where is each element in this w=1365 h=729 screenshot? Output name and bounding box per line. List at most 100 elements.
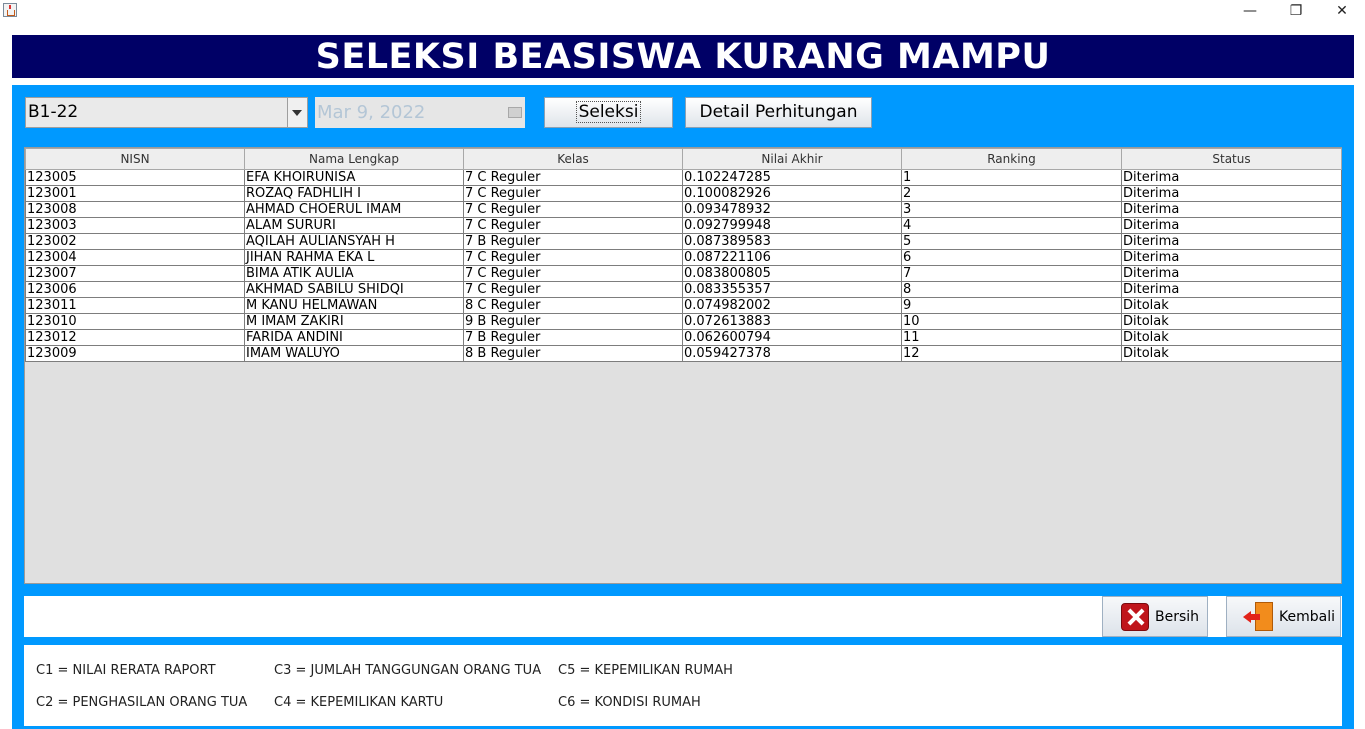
cell-status: Ditolak (1121, 329, 1342, 346)
cell-nilai-akhir: 0.083800805 (682, 265, 902, 282)
date-field[interactable]: Mar 9, 2022 (315, 97, 505, 128)
bersih-label: Bersih (1155, 609, 1200, 625)
cell-nilai-akhir: 0.100082926 (682, 185, 902, 202)
close-window-button[interactable]: ✕ (1319, 0, 1365, 22)
cell-nilai-akhir: 0.093478932 (682, 201, 902, 218)
cell-kelas: 8 B Reguler (463, 345, 683, 362)
legend-c6: C6 = KONDISI RUMAH (558, 695, 701, 710)
cell-nisn: 123004 (25, 249, 245, 266)
cell-status: Ditolak (1121, 345, 1342, 362)
table-row[interactable]: 123005 EFA KHOIRUNISA 7 C Reguler 0.1022… (25, 169, 1342, 186)
cell-nisn: 123011 (25, 297, 245, 314)
period-combobox[interactable]: B1-22 (25, 97, 308, 128)
cell-status: Diterima (1121, 169, 1342, 186)
cell-kelas: 9 B Reguler (463, 313, 683, 330)
cell-ranking: 3 (901, 201, 1122, 218)
cell-kelas: 7 B Reguler (463, 329, 683, 346)
criteria-legend: C1 = NILAI RERATA RAPORT C2 = PENGHASILA… (24, 645, 1342, 726)
cell-ranking: 7 (901, 265, 1122, 282)
cell-status: Diterima (1121, 201, 1342, 218)
legend-c1: C1 = NILAI RERATA RAPORT (36, 663, 216, 678)
cell-nilai-akhir: 0.092799948 (682, 217, 902, 234)
cell-ranking: 11 (901, 329, 1122, 346)
cell-ranking: 5 (901, 233, 1122, 250)
table-row[interactable]: 123007 BIMA ATIK AULIA 7 C Reguler 0.083… (25, 265, 1342, 282)
cell-nama: EFA KHOIRUNISA (244, 169, 464, 186)
cell-nisn: 123005 (25, 169, 245, 186)
table-row[interactable]: 123012 FARIDA ANDINI 7 B Reguler 0.06260… (25, 329, 1342, 346)
kembali-label: Kembali (1279, 609, 1335, 625)
detail-perhitungan-button[interactable]: Detail Perhitungan (685, 97, 872, 128)
cell-kelas: 8 C Reguler (463, 297, 683, 314)
period-value: B1-22 (28, 102, 79, 122)
page-title: SELEKSI BEASISWA KURANG MAMPU (12, 35, 1354, 78)
window-titlebar: — ❐ ✕ (0, 0, 1365, 22)
column-header-nama[interactable]: Nama Lengkap (244, 148, 464, 170)
table-row[interactable]: 123010 M IMAM ZAKIRI 9 B Reguler 0.07261… (25, 313, 1342, 330)
cell-nilai-akhir: 0.083355357 (682, 281, 902, 298)
cell-nama: IMAM WALUYO (244, 345, 464, 362)
cell-status: Diterima (1121, 249, 1342, 266)
cell-nisn: 123006 (25, 281, 245, 298)
cell-nilai-akhir: 0.087389583 (682, 233, 902, 250)
kembali-button[interactable]: Kembali (1226, 596, 1341, 637)
cell-nilai-akhir: 0.087221106 (682, 249, 902, 266)
cell-kelas: 7 C Reguler (463, 249, 683, 266)
cell-kelas: 7 C Reguler (463, 281, 683, 298)
seleksi-label: Seleksi (575, 101, 642, 123)
seleksi-button[interactable]: Seleksi (544, 97, 673, 128)
exit-door-icon (1243, 602, 1275, 632)
cell-status: Diterima (1121, 233, 1342, 250)
cell-nama: BIMA ATIK AULIA (244, 265, 464, 282)
calendar-icon[interactable] (505, 97, 525, 128)
cell-nama: FARIDA ANDINI (244, 329, 464, 346)
column-header-ranking[interactable]: Ranking (901, 148, 1122, 170)
cell-nisn: 123010 (25, 313, 245, 330)
table-row[interactable]: 123008 AHMAD CHOERUL IMAM 7 C Reguler 0.… (25, 201, 1342, 218)
restore-button[interactable]: ❐ (1273, 0, 1319, 22)
cell-nisn: 123003 (25, 217, 245, 234)
cell-status: Diterima (1121, 217, 1342, 234)
cell-status: Diterima (1121, 265, 1342, 282)
chevron-down-icon[interactable] (287, 98, 307, 127)
table-row[interactable]: 123004 JIHAN RAHMA EKA L 7 C Reguler 0.0… (25, 249, 1342, 266)
cell-status: Diterima (1121, 281, 1342, 298)
cell-kelas: 7 B Reguler (463, 233, 683, 250)
cell-nilai-akhir: 0.074982002 (682, 297, 902, 314)
cell-ranking: 2 (901, 185, 1122, 202)
cell-status: Diterima (1121, 185, 1342, 202)
date-value: Mar 9, 2022 (317, 102, 426, 123)
java-app-icon (3, 3, 17, 17)
column-header-nisn[interactable]: NISN (25, 148, 245, 170)
results-table-scrollpane[interactable]: NISN Nama Lengkap Kelas Nilai Akhir Rank… (24, 147, 1342, 584)
column-header-nilai-akhir[interactable]: Nilai Akhir (682, 148, 902, 170)
table-row[interactable]: 123006 AKHMAD SABILU SHIDQI 7 C Reguler … (25, 281, 1342, 298)
column-header-status[interactable]: Status (1121, 148, 1342, 170)
cell-nama: AQILAH AULIANSYAH H (244, 233, 464, 250)
cell-nilai-akhir: 0.062600794 (682, 329, 902, 346)
cell-ranking: 10 (901, 313, 1122, 330)
table-row[interactable]: 123003 ALAM SURURI 7 C Reguler 0.0927999… (25, 217, 1342, 234)
cell-ranking: 1 (901, 169, 1122, 186)
results-table[interactable]: NISN Nama Lengkap Kelas Nilai Akhir Rank… (25, 148, 1342, 362)
cell-nama: AHMAD CHOERUL IMAM (244, 201, 464, 218)
cell-kelas: 7 C Reguler (463, 265, 683, 282)
column-header-kelas[interactable]: Kelas (463, 148, 683, 170)
cell-status: Ditolak (1121, 297, 1342, 314)
cell-kelas: 7 C Reguler (463, 185, 683, 202)
cell-kelas: 7 C Reguler (463, 217, 683, 234)
table-row[interactable]: 123001 ROZAQ FADHLIH I 7 C Reguler 0.100… (25, 185, 1342, 202)
cell-nama: ALAM SURURI (244, 217, 464, 234)
cell-ranking: 12 (901, 345, 1122, 362)
cell-nisn: 123007 (25, 265, 245, 282)
cell-nama: M KANU HELMAWAN (244, 297, 464, 314)
bersih-button[interactable]: Bersih (1102, 596, 1208, 637)
table-row[interactable]: 123009 IMAM WALUYO 8 B Reguler 0.0594273… (25, 345, 1342, 362)
minimize-button[interactable]: — (1227, 0, 1273, 22)
cell-status: Ditolak (1121, 313, 1342, 330)
cell-nisn: 123008 (25, 201, 245, 218)
table-row[interactable]: 123011 M KANU HELMAWAN 8 C Reguler 0.074… (25, 297, 1342, 314)
cell-nisn: 123001 (25, 185, 245, 202)
cell-kelas: 7 C Reguler (463, 201, 683, 218)
table-row[interactable]: 123002 AQILAH AULIANSYAH H 7 B Reguler 0… (25, 233, 1342, 250)
